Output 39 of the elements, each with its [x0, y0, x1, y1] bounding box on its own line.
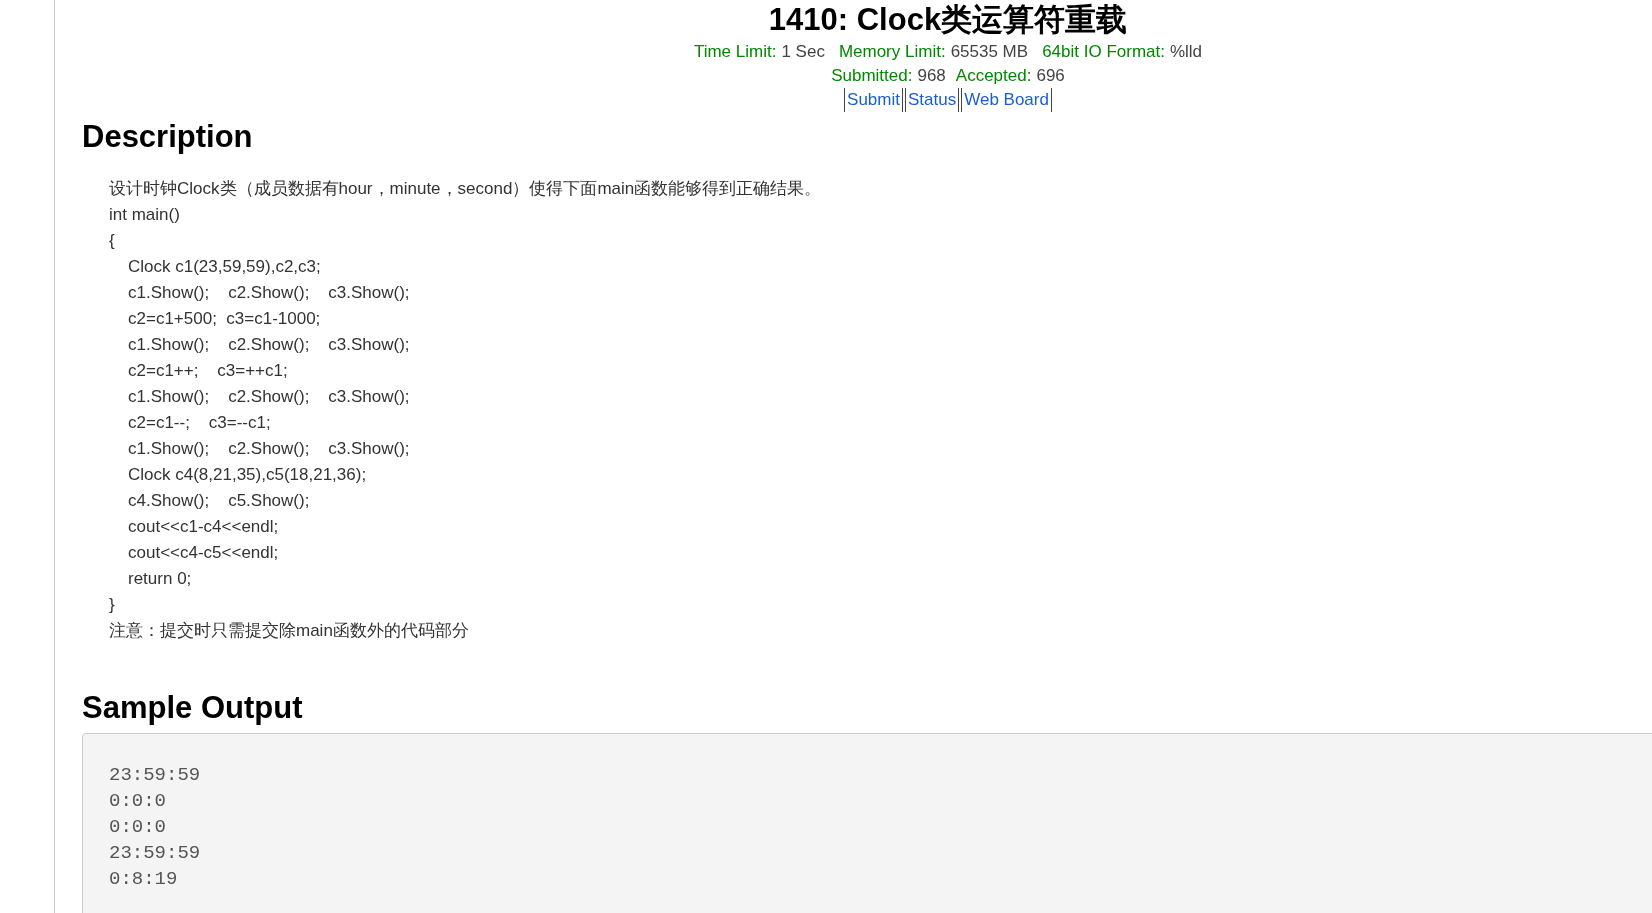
description-line: Clock c4(8,21,35),c5(18,21,36); [127, 464, 367, 486]
nav-link[interactable]: Status [905, 88, 960, 112]
limit-value: %lld [1169, 41, 1203, 63]
limit-value: 65535 MB [950, 41, 1029, 63]
output-line: 23:59:59 [109, 841, 201, 866]
description-line: c1.Show(); c2.Show(); c3.Show(); [127, 282, 410, 304]
description-line: } [109, 594, 115, 616]
nav-link[interactable]: Web Board [961, 88, 1052, 112]
description-line: c4.Show(); c5.Show(); [127, 490, 310, 512]
description-line: c2=c1++; c3=++c1; [127, 360, 288, 382]
description-line: c2=c1+500; c3=c1-1000; [127, 308, 321, 330]
description-line: return 0; [127, 568, 192, 590]
description-line: 注意：提交时只需提交除main函数外的代码部分 [109, 620, 469, 642]
description-line: Clock c1(23,59,59),c2,c3; [127, 256, 321, 278]
limit-value: 1 Sec [781, 41, 825, 63]
description-line: 设计时钟Clock类（成员数据有hour，minute，second）使得下面main函数能够得到正确结果。 [109, 178, 822, 200]
section-heading: Description [82, 118, 254, 156]
stat-label: Accepted: [955, 65, 1032, 87]
stat-label: Submitted: [831, 65, 913, 87]
limit-label: Time Limit: [693, 41, 777, 63]
description-line: { [109, 230, 115, 252]
output-line: 0:0:0 [109, 789, 166, 814]
description-line: c2=c1--; c3=--c1; [127, 412, 271, 434]
output-line: 23:59:59 [109, 763, 201, 788]
description-line: c1.Show(); c2.Show(); c3.Show(); [127, 334, 410, 356]
nav-link[interactable]: Submit [844, 88, 903, 112]
output-line: 0:0:0 [109, 815, 166, 840]
limit-label: 64bit IO Format: [1042, 41, 1165, 63]
section-heading: Sample Output [82, 689, 304, 727]
description-line: c1.Show(); c2.Show(); c3.Show(); [127, 438, 410, 460]
limit-label: Memory Limit: [838, 41, 946, 63]
description-line: int main() [109, 204, 180, 226]
stat-value: 696 [1036, 65, 1065, 87]
stat-value: 968 [917, 65, 946, 87]
problem-title: 1410: Clock类运算符重载 [767, 1, 1129, 39]
description-line: cout<<c4-c5<<endl; [127, 542, 279, 564]
output-line: 0:8:19 [109, 867, 178, 892]
description-line: cout<<c1-c4<<endl; [127, 516, 279, 538]
description-line: c1.Show(); c2.Show(); c3.Show(); [127, 386, 410, 408]
